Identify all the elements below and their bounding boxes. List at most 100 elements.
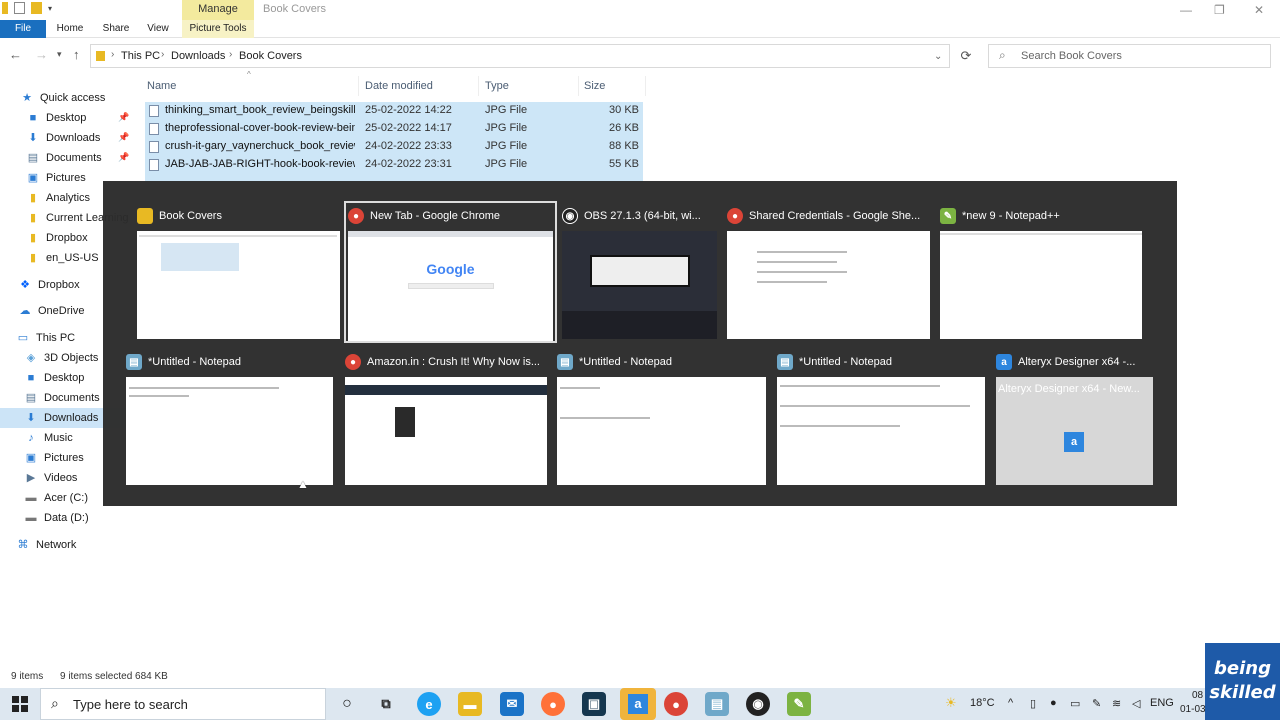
recent-chevron-icon[interactable]: ▾ <box>57 49 62 60</box>
pin-icon[interactable]: 📌 <box>118 152 129 163</box>
store-icon[interactable]: ▣ <box>582 692 606 716</box>
nav-videos[interactable]: ▶ Videos <box>24 468 78 488</box>
nav-pc-desktop[interactable]: ■ Desktop <box>24 368 85 388</box>
breadcrumb-downloads[interactable]: Downloads <box>171 50 225 62</box>
nav-dropbox-folder[interactable]: ▮ Dropbox <box>26 228 88 248</box>
nav-onedrive[interactable]: ☁ OneDrive <box>18 301 85 321</box>
nav-network[interactable]: ⌘ Network <box>16 535 77 555</box>
notepadpp-icon[interactable]: ✎ <box>787 692 811 716</box>
clock-date[interactable]: 01-03 <box>1180 704 1206 715</box>
search-input[interactable]: ⌕ Search Book Covers <box>988 44 1271 68</box>
alteryx-taskbar-icon[interactable]: a <box>620 688 656 720</box>
window-card-book-covers[interactable]: Book Covers <box>137 205 340 339</box>
file-row[interactable]: JAB-JAB-JAB-RIGHT-hook-book-review_... 2… <box>145 156 643 174</box>
file-name: theprofessional-cover-book-review-bein..… <box>165 122 355 134</box>
chevron-down-icon[interactable]: ▾ <box>48 4 52 13</box>
taskbar-search-input[interactable]: ⌕ Type here to search <box>40 688 326 720</box>
nav-pc-documents[interactable]: ▤ Documents <box>24 388 100 408</box>
video-icon: ▶ <box>26 472 36 484</box>
window-card-notepad-3[interactable]: ▤ *Untitled - Notepad <box>777 351 985 485</box>
up-icon[interactable]: ↑ <box>73 47 80 62</box>
window-card-new-tab-chrome[interactable]: ● New Tab - Google Chrome Google <box>344 201 557 343</box>
cube-icon: ◈ <box>26 352 36 364</box>
temperature[interactable]: 18°C <box>970 697 995 709</box>
maximize-icon[interactable]: ❐ <box>1214 3 1225 17</box>
nav-this-pc[interactable]: ▭ This PC <box>16 328 75 348</box>
nav-pictures[interactable]: ▣ Pictures <box>26 168 86 188</box>
microphone-icon[interactable]: ● <box>1050 697 1057 709</box>
forward-icon[interactable]: → <box>35 47 48 62</box>
refresh-icon[interactable]: ⟳ <box>955 45 977 67</box>
file-row[interactable]: crush-it-gary_vaynerchuck_book_review_..… <box>145 138 643 156</box>
column-name[interactable]: Name <box>143 76 359 96</box>
back-icon[interactable]: ← <box>9 47 22 62</box>
column-size[interactable]: Size <box>580 76 646 96</box>
column-date-modified[interactable]: Date modified <box>361 76 479 96</box>
windows-start-icon[interactable] <box>12 696 28 712</box>
wifi-icon[interactable]: ≋ <box>1112 697 1121 710</box>
close-icon[interactable]: ✕ <box>1254 3 1264 17</box>
mail-icon[interactable]: ✉ <box>500 692 524 716</box>
nav-drive-d[interactable]: ▬ Data (D:) <box>24 508 89 528</box>
edge-icon[interactable]: e <box>417 692 441 716</box>
address-input[interactable]: › This PC › Downloads › Book Covers ⌄ <box>90 44 950 68</box>
chevron-down-icon[interactable]: ⌄ <box>934 51 942 62</box>
tab-view[interactable]: View <box>140 20 176 38</box>
manage-tab[interactable]: Manage <box>182 0 254 20</box>
properties-icon[interactable] <box>14 2 25 14</box>
window-card-alteryx[interactable]: a Alteryx Designer x64 -... Alteryx Desig… <box>996 351 1153 485</box>
breadcrumb-this-pc[interactable]: This PC <box>121 50 160 62</box>
window-card-amazon[interactable]: ● Amazon.in : Crush It! Why Now is... <box>345 351 547 485</box>
tab-share[interactable]: Share <box>96 20 136 38</box>
pin-icon[interactable]: 📌 <box>118 132 129 143</box>
nav-desktop[interactable]: ■ Desktop <box>26 108 87 128</box>
folder-icon <box>137 208 153 224</box>
nav-documents[interactable]: ▤ Documents <box>26 148 102 168</box>
task-view-icon[interactable]: ⧉ <box>374 692 398 716</box>
volume-icon[interactable]: ◁ <box>1132 697 1140 710</box>
nav-dropbox[interactable]: ❖ Dropbox <box>18 275 80 295</box>
firefox-icon[interactable]: ● <box>541 692 565 716</box>
tab-file[interactable]: File <box>0 20 46 38</box>
file-row[interactable]: theprofessional-cover-book-review-bein..… <box>145 120 643 138</box>
tab-picture-tools[interactable]: Picture Tools <box>182 20 254 38</box>
search-placeholder: Search Book Covers <box>1021 50 1122 62</box>
nav-drive-c[interactable]: ▬ Acer (C:) <box>24 488 89 508</box>
chrome-icon[interactable]: ● <box>664 692 688 716</box>
file-type: JPG File <box>485 104 528 116</box>
breadcrumb-book-covers[interactable]: Book Covers <box>239 50 302 62</box>
file-row[interactable]: thinking_smart_book_review_beingskilled … <box>145 102 643 120</box>
column-type[interactable]: Type <box>481 76 579 96</box>
nav-en-us[interactable]: ▮ en_US-US <box>26 248 99 268</box>
language-indicator[interactable]: ENG <box>1150 697 1174 709</box>
window-card-shared-credentials[interactable]: ● Shared Credentials - Google She... <box>727 205 930 339</box>
window-card-obs[interactable]: ◉ OBS 27.1.3 (64-bit, wi... <box>562 205 717 339</box>
nav-downloads[interactable]: ⬇ Downloads <box>26 128 100 148</box>
obs-icon[interactable]: ◉ <box>746 692 770 716</box>
cortana-icon[interactable]: ○ <box>335 692 359 716</box>
file-name: JAB-JAB-JAB-RIGHT-hook-book-review_... <box>165 158 355 170</box>
nav-music[interactable]: ♪ Music <box>24 428 72 448</box>
chevron-up-icon[interactable]: ^ <box>1008 697 1013 709</box>
pen-icon[interactable]: ✎ <box>1092 697 1101 710</box>
battery-icon[interactable]: ▭ <box>1070 697 1080 710</box>
notepad-icon[interactable]: ▤ <box>705 692 729 716</box>
jpg-file-icon <box>149 141 159 153</box>
minimize-icon[interactable]: — <box>1180 3 1192 17</box>
clock-time[interactable]: 08 <box>1192 690 1203 701</box>
nav-analytics[interactable]: ▮ Analytics <box>26 188 90 208</box>
new-folder-icon[interactable] <box>31 2 42 14</box>
window-card-notepad-2[interactable]: ▤ *Untitled - Notepad <box>557 351 766 485</box>
file-explorer-icon[interactable]: ▬ <box>458 692 482 716</box>
nav-pc-pictures[interactable]: ▣ Pictures <box>24 448 84 468</box>
nav-3d-objects[interactable]: ◈ 3D Objects <box>24 348 99 368</box>
nav-quick-access[interactable]: ★ Quick access <box>20 88 105 108</box>
window-card-notepad-1[interactable]: ▤ *Untitled - Notepad <box>126 351 333 485</box>
window-card-notepadpp[interactable]: ✎ *new 9 - Notepad++ <box>940 205 1142 339</box>
pin-icon[interactable]: 📌 <box>118 112 129 123</box>
weather-icon[interactable]: ☀ <box>945 695 957 711</box>
folder-icon[interactable] <box>2 2 8 14</box>
meet-icon[interactable]: ▯ <box>1030 697 1036 710</box>
tab-home[interactable]: Home <box>50 20 90 38</box>
selection-info: 9 items selected 684 KB <box>60 671 168 682</box>
